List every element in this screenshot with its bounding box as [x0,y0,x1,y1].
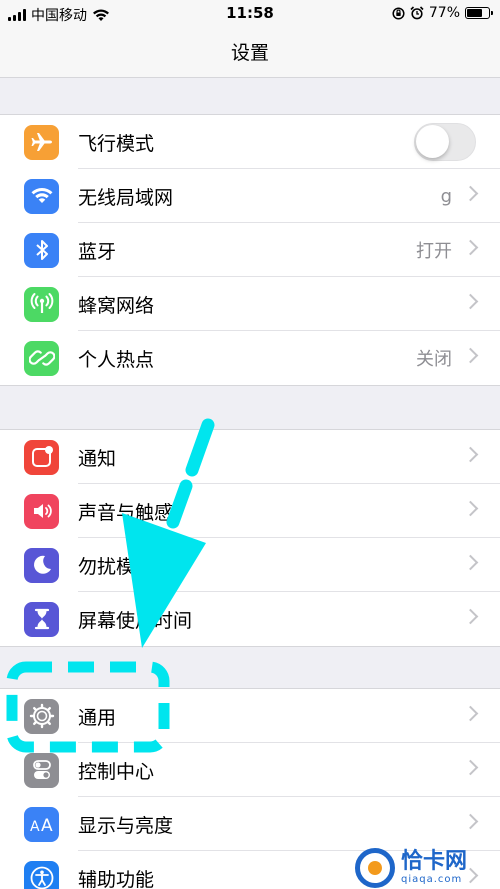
row-label: 显示与亮度 [78,814,174,837]
watermark-domain: qiaqa.com [401,873,463,885]
settings-row-sounds-haptics[interactable]: 声音与触感 [0,484,500,538]
hourglass-icon [24,601,59,637]
svg-text:A: A [30,819,40,835]
settings-row-airplane-mode[interactable]: 飞行模式 [0,115,500,169]
chevron-right-icon [462,185,479,202]
notifications-icon [24,439,59,475]
airplane-mode-toggle[interactable] [414,123,476,161]
page-title: 设置 [230,42,269,64]
airplane-icon [24,124,59,160]
chevron-right-icon [462,813,479,830]
chevron-right-icon [462,500,479,517]
watermark: 恰卡网 qiaqa.com [355,846,500,889]
svg-text:A: A [41,816,53,836]
row-value: 打开 [416,241,452,262]
sounds-icon [24,493,59,529]
display-icon: AA [24,806,59,842]
settings-group-connectivity: 飞行模式 无线局域网 g 蓝牙 打开 蜂窝网络 个人热点 关闭 [0,114,500,386]
settings-row-screen-time[interactable]: 屏幕使用时间 [0,592,500,646]
battery-percent: 77% [428,5,460,21]
chevron-right-icon [462,446,479,463]
row-label: 飞行模式 [78,132,155,155]
chevron-right-icon [462,347,479,364]
control-center-icon [24,752,59,788]
settings-row-display-brightness[interactable]: AA 显示与亮度 [0,797,500,851]
settings-row-bluetooth[interactable]: 蓝牙 打开 [0,223,500,277]
row-label: 辅助功能 [78,868,155,889]
wifi-icon [24,178,59,214]
row-label: 声音与触感 [78,501,174,524]
watermark-logo-icon [355,847,395,888]
gear-icon [24,698,59,734]
moon-icon [24,547,59,583]
row-label: 控制中心 [78,760,155,783]
row-label: 个人热点 [78,348,155,371]
row-label: 勿扰模式 [78,555,155,578]
row-label: 蜂窝网络 [78,294,155,317]
row-label: 通知 [78,447,117,470]
navigation-bar: 设置 [0,28,500,78]
status-right: 77% [392,5,493,21]
chevron-right-icon [462,608,479,625]
settings-row-personal-hotspot[interactable]: 个人热点 关闭 [0,331,500,385]
settings-row-control-center[interactable]: 控制中心 [0,743,500,797]
chevron-right-icon [462,759,479,776]
settings-row-notifications[interactable]: 通知 [0,430,500,484]
chevron-right-icon [462,239,479,256]
toggle-knob [416,125,449,158]
settings-row-cellular[interactable]: 蜂窝网络 [0,277,500,331]
row-label: 蓝牙 [78,240,117,263]
row-value: 关闭 [416,349,452,370]
alarm-icon [410,6,424,20]
chevron-right-icon [462,705,479,722]
row-label: 屏幕使用时间 [78,609,193,632]
accessibility-icon [24,860,59,889]
bluetooth-icon [24,232,59,268]
watermark-name: 恰卡网 [401,848,468,874]
settings-group-notifications: 通知 声音与触感 勿扰模式 屏幕使用时间 [0,429,500,647]
row-value: g [440,185,452,207]
settings-row-general[interactable]: 通用 [0,689,500,743]
battery-icon [465,7,493,19]
chevron-right-icon [462,554,479,571]
cellular-icon [24,286,59,322]
row-label: 通用 [78,706,117,729]
status-bar: 中国移动 11:58 77% [0,0,500,28]
hotspot-icon [24,340,59,376]
chevron-right-icon [462,293,479,310]
row-label: 无线局域网 [78,186,174,209]
settings-row-wifi[interactable]: 无线局域网 g [0,169,500,223]
settings-row-do-not-disturb[interactable]: 勿扰模式 [0,538,500,592]
rotation-lock-icon [392,6,405,20]
